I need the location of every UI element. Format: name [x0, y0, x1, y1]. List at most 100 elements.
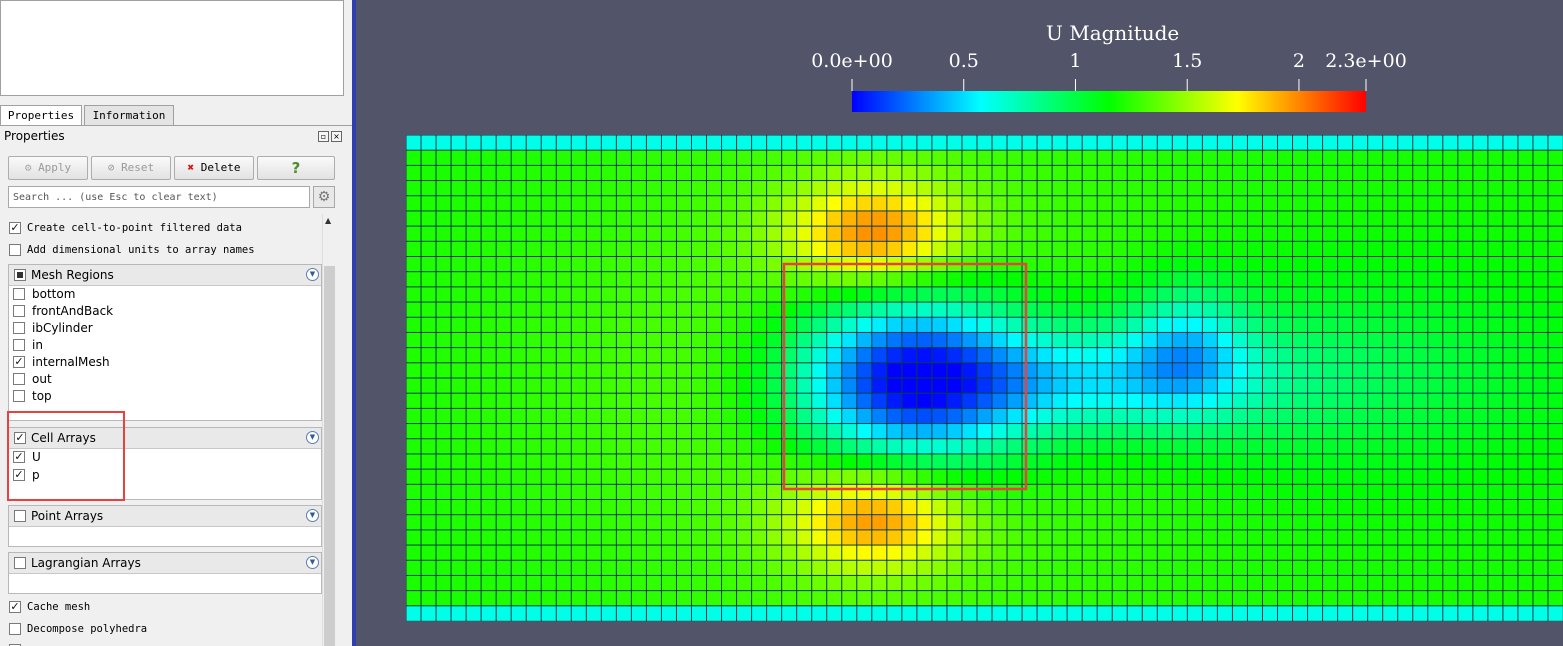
- mesh-cell: [1457, 453, 1474, 470]
- mesh-cell: [465, 271, 482, 288]
- mesh-cell: [856, 529, 873, 546]
- mesh-cell: [961, 331, 978, 349]
- create-cell-to-point-checkbox[interactable]: ✓: [9, 222, 21, 234]
- mesh-cell: [766, 423, 783, 440]
- mesh-cell: [1126, 377, 1144, 394]
- mesh-cell: [1307, 164, 1324, 182]
- collapse-icon[interactable]: ▼: [306, 509, 319, 522]
- collapse-icon[interactable]: ▼: [306, 268, 319, 281]
- mesh-cell: [570, 225, 588, 243]
- mesh-cell: [811, 392, 828, 410]
- mesh-cell: [1096, 514, 1114, 531]
- gear-icon[interactable]: ⚙: [313, 186, 335, 208]
- mesh-cell: [1261, 180, 1279, 197]
- cache-mesh-checkbox[interactable]: ✓: [9, 601, 21, 613]
- mesh-cell: [570, 559, 588, 577]
- mesh-cell: [991, 544, 1008, 562]
- mesh-cell: [1246, 180, 1264, 197]
- add-dimensional-units-checkbox[interactable]: [9, 244, 21, 256]
- mesh-cell: [826, 438, 843, 455]
- mesh-cell: [420, 271, 437, 288]
- delete-button[interactable]: ✖ Delete: [174, 156, 254, 180]
- mesh-cell: [675, 135, 693, 151]
- mesh-cell: [1186, 149, 1204, 167]
- collapse-icon[interactable]: ▼: [306, 431, 319, 444]
- mesh-cell: [841, 164, 858, 182]
- collapse-icon[interactable]: ▼: [306, 556, 319, 569]
- mesh-cell: [1171, 362, 1189, 379]
- mesh-cell: [465, 407, 482, 425]
- mesh-cell: [1066, 316, 1083, 334]
- mesh-cell: [976, 392, 993, 410]
- scrollbar-thumb[interactable]: [324, 266, 335, 646]
- mesh-cell: [1277, 362, 1294, 379]
- mesh-cell: [510, 605, 528, 621]
- mesh-cell: [976, 605, 993, 621]
- mesh-cell: [1246, 225, 1264, 243]
- float-panel-button[interactable]: ▫: [318, 131, 329, 142]
- mesh-cell: [1111, 392, 1129, 410]
- mesh-cell: [991, 331, 1008, 349]
- properties-scrollbar[interactable]: ▲: [322, 214, 336, 646]
- mesh-region-checkbox-bottom[interactable]: [13, 288, 25, 300]
- mesh-cell: [736, 271, 753, 288]
- mesh-cell: [946, 559, 963, 577]
- close-panel-button[interactable]: ×: [331, 131, 342, 142]
- mesh-cell: [1126, 256, 1144, 273]
- point-arrays-toggle-all-checkbox[interactable]: [14, 510, 26, 522]
- mesh-cell: [1156, 180, 1174, 197]
- mesh-cell: [660, 210, 678, 227]
- mesh-cell: [510, 164, 528, 182]
- mesh-cell: [856, 301, 873, 319]
- mesh-region-checkbox-frontandback[interactable]: [13, 305, 25, 317]
- mesh-cell: [1547, 514, 1563, 531]
- mesh-cell: [420, 574, 437, 592]
- mesh-cell: [976, 483, 993, 501]
- mesh-regions-group: Mesh Regions ▼ bottom frontAndBack ibCylin…: [8, 264, 322, 421]
- reset-button[interactable]: ⊘ Reset: [91, 156, 171, 180]
- mesh-cell: [630, 225, 648, 243]
- mesh-cell: [1231, 605, 1249, 621]
- mesh-cell: [540, 256, 558, 273]
- mesh-cell: [1532, 135, 1549, 151]
- search-input[interactable]: [8, 186, 310, 208]
- mesh-cell: [1156, 347, 1174, 364]
- mesh-cell: [615, 392, 633, 410]
- mesh-regions-toggle-all-checkbox[interactable]: [14, 269, 26, 281]
- mesh-cell: [1547, 331, 1563, 349]
- mesh-cell: [886, 438, 903, 455]
- mesh-cell: [1487, 423, 1504, 440]
- pipeline-browser[interactable]: [0, 0, 344, 96]
- mesh-cell: [1171, 453, 1189, 470]
- mesh-cell: [886, 180, 903, 197]
- scroll-up-icon[interactable]: ▲: [325, 216, 331, 225]
- mesh-cell: [450, 574, 467, 592]
- mesh-cell: [1096, 180, 1114, 197]
- mesh-cell: [525, 240, 543, 258]
- mesh-region-checkbox-in[interactable]: [13, 339, 25, 351]
- mesh-cell: [961, 483, 978, 501]
- mesh-region-checkbox-internalmesh[interactable]: ✓: [13, 356, 25, 368]
- mesh-cell: [961, 286, 978, 303]
- mesh-cell: [406, 362, 422, 379]
- mesh-region-checkbox-out[interactable]: [13, 373, 25, 385]
- apply-button[interactable]: ⚙ Apply: [8, 156, 88, 180]
- mesh-cell: [645, 149, 663, 167]
- mesh-cell: [1231, 331, 1249, 349]
- help-button[interactable]: ?: [257, 156, 335, 180]
- mesh-region-checkbox-top[interactable]: [13, 390, 25, 402]
- mesh-cell: [1231, 316, 1249, 334]
- mesh-cell: [465, 135, 482, 151]
- mesh-cell: [465, 362, 482, 379]
- mesh-cell: [615, 514, 633, 531]
- mesh-cell: [856, 149, 873, 167]
- mesh-cell: [1487, 362, 1504, 379]
- dock-splitter[interactable]: [0, 97, 352, 102]
- lagrangian-arrays-toggle-all-checkbox[interactable]: [14, 557, 26, 569]
- decompose-polyhedra-checkbox[interactable]: [9, 623, 21, 635]
- tab-information[interactable]: Information: [84, 105, 174, 125]
- tab-properties[interactable]: Properties: [0, 105, 82, 126]
- mesh-cell: [1547, 392, 1563, 410]
- mesh-region-checkbox-ibcylinder[interactable]: [13, 322, 25, 334]
- render-view[interactable]: U Magnitude 0.0e+00 0.5 1 1.5 2 2.3e+00: [356, 0, 1563, 646]
